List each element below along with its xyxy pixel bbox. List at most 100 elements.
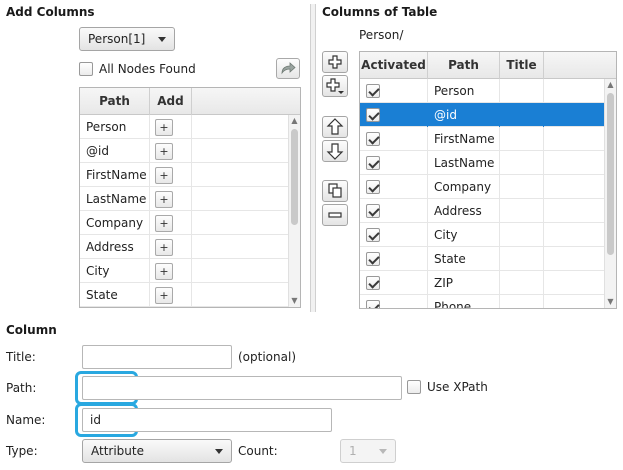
activated-cell xyxy=(360,151,428,175)
add-row-button[interactable]: + xyxy=(155,167,173,184)
add-columns-scrollbar[interactable]: ▲ ▼ xyxy=(288,115,300,307)
table-row[interactable]: State xyxy=(360,247,605,271)
columns-of-table-scrollbar[interactable]: ▲ ▼ xyxy=(604,79,616,308)
add-columns-title: Add Columns xyxy=(6,5,95,19)
add-column-button[interactable] xyxy=(322,51,348,73)
add-cell: + xyxy=(150,115,192,139)
table-row[interactable]: @id + xyxy=(80,139,289,163)
add-row-button[interactable]: + xyxy=(155,143,173,160)
chevron-down-icon xyxy=(158,37,166,42)
table-row[interactable]: @id xyxy=(360,103,605,127)
table-row[interactable]: State + xyxy=(80,283,289,307)
title-cell[interactable] xyxy=(500,103,544,127)
path-input[interactable] xyxy=(82,376,402,400)
table-row[interactable]: City xyxy=(360,223,605,247)
name-label: Name: xyxy=(6,413,46,427)
count-label: Count: xyxy=(238,444,278,458)
path-label: Path: xyxy=(6,381,37,395)
activated-checkbox[interactable] xyxy=(366,204,380,218)
activated-checkbox[interactable] xyxy=(366,228,380,242)
column-header-activated[interactable]: Activated xyxy=(360,52,428,79)
plus-dropdown-icon xyxy=(326,78,344,94)
activated-checkbox[interactable] xyxy=(366,180,380,194)
title-cell[interactable] xyxy=(500,247,544,271)
title-cell[interactable] xyxy=(500,79,544,103)
use-xpath-label: Use XPath xyxy=(427,380,488,394)
add-row-button[interactable]: + xyxy=(155,263,173,280)
table-row[interactable]: FirstName xyxy=(360,127,605,151)
title-cell[interactable] xyxy=(500,127,544,151)
path-cell: Person xyxy=(80,115,150,139)
add-columns-table-header: Path Add xyxy=(80,88,300,115)
remove-column-button[interactable] xyxy=(322,204,348,226)
activated-checkbox[interactable] xyxy=(366,108,380,122)
path-cell: City xyxy=(428,223,500,247)
title-cell[interactable] xyxy=(500,271,544,295)
name-input[interactable]: id xyxy=(82,408,332,432)
path-cell: ZIP xyxy=(428,271,500,295)
activated-checkbox[interactable] xyxy=(366,252,380,266)
title-cell[interactable] xyxy=(500,151,544,175)
add-cell: + xyxy=(150,211,192,235)
scroll-thumb[interactable] xyxy=(607,93,614,255)
duplicate-button[interactable] xyxy=(322,180,348,202)
move-up-button[interactable] xyxy=(322,116,348,138)
add-row-button[interactable]: + xyxy=(155,119,173,136)
add-column-menu-button[interactable] xyxy=(322,75,348,97)
scroll-up-arrow-icon[interactable]: ▲ xyxy=(605,79,616,91)
activated-checkbox[interactable] xyxy=(366,132,380,146)
type-select[interactable]: Attribute xyxy=(82,439,232,463)
scroll-down-arrow-icon[interactable]: ▼ xyxy=(605,296,616,308)
title-cell[interactable] xyxy=(500,223,544,247)
table-row[interactable]: LastName + xyxy=(80,187,289,211)
activated-checkbox[interactable] xyxy=(366,300,380,308)
scroll-up-arrow-icon[interactable]: ▲ xyxy=(289,115,300,127)
activated-checkbox[interactable] xyxy=(366,276,380,290)
activated-cell xyxy=(360,127,428,151)
path-cell: State xyxy=(80,283,150,307)
table-row[interactable]: FirstName + xyxy=(80,163,289,187)
use-xpath-checkbox[interactable] xyxy=(407,380,421,394)
add-row-button[interactable]: + xyxy=(155,287,173,304)
node-select[interactable]: Person[1] xyxy=(79,27,175,51)
activated-cell xyxy=(360,79,428,103)
table-row[interactable]: Person + xyxy=(80,115,289,139)
table-row[interactable]: Company xyxy=(360,175,605,199)
panel-splitter[interactable] xyxy=(310,4,316,312)
column-header-title[interactable]: Title xyxy=(500,52,544,79)
table-row[interactable]: Person xyxy=(360,79,605,103)
table-row[interactable]: Phone xyxy=(360,295,605,308)
table-row[interactable]: LastName xyxy=(360,151,605,175)
title-cell[interactable] xyxy=(500,295,544,308)
activated-cell xyxy=(360,223,428,247)
move-down-button[interactable] xyxy=(322,140,348,162)
path-cell: Phone xyxy=(428,295,500,308)
add-row-button[interactable]: + xyxy=(155,191,173,208)
table-row[interactable]: City + xyxy=(80,259,289,283)
type-select-value: Attribute xyxy=(91,444,144,458)
all-nodes-found-checkbox-row[interactable]: All Nodes Found xyxy=(79,62,196,76)
add-row-button[interactable]: + xyxy=(155,215,173,232)
all-nodes-found-checkbox[interactable] xyxy=(79,62,93,76)
column-header-path[interactable]: Path xyxy=(80,88,150,115)
column-header-add[interactable]: Add xyxy=(150,88,192,115)
table-row[interactable]: Company + xyxy=(80,211,289,235)
activated-cell xyxy=(360,247,428,271)
scroll-down-arrow-icon[interactable]: ▼ xyxy=(289,295,300,307)
title-cell[interactable] xyxy=(500,199,544,223)
chevron-down-icon xyxy=(215,449,223,454)
title-input[interactable] xyxy=(82,345,232,369)
activated-checkbox[interactable] xyxy=(366,84,380,98)
use-xpath-checkbox-row[interactable]: Use XPath xyxy=(407,380,488,394)
column-header-path[interactable]: Path xyxy=(428,52,500,79)
all-nodes-found-label: All Nodes Found xyxy=(99,62,196,76)
table-row[interactable]: Address + xyxy=(80,235,289,259)
table-row[interactable]: ZIP xyxy=(360,271,605,295)
export-button[interactable] xyxy=(276,58,300,79)
add-row-button[interactable]: + xyxy=(155,239,173,256)
table-row[interactable]: Address xyxy=(360,199,605,223)
path-cell: FirstName xyxy=(428,127,500,151)
title-cell[interactable] xyxy=(500,175,544,199)
activated-checkbox[interactable] xyxy=(366,156,380,170)
scroll-thumb[interactable] xyxy=(291,129,298,225)
